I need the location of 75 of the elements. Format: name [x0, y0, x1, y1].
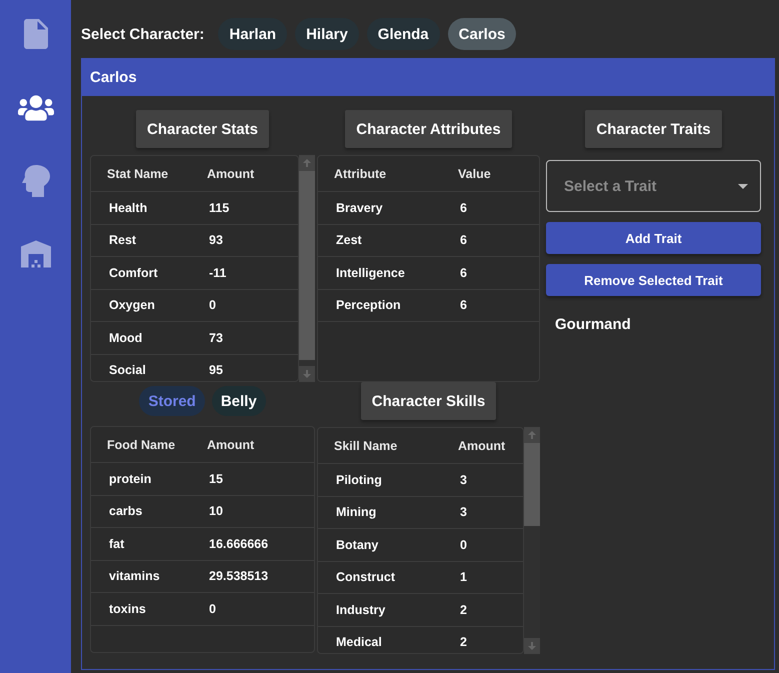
toggle-button[interactable]: Stored: [139, 386, 205, 416]
table-cell-text: 6: [459, 200, 468, 215]
table-cell-text: 93: [208, 233, 224, 248]
table-cell-text: 16.666666: [208, 536, 270, 551]
caret-icon: [738, 184, 748, 188]
section-heading: Character Stats: [136, 110, 269, 148]
panel-title: Carlos: [82, 59, 774, 96]
character-chip[interactable]: Hilary: [295, 18, 359, 50]
arrow-up-icon[interactable]: [299, 155, 315, 171]
table-cell-text: Botany: [335, 538, 380, 552]
arrow-down-icon[interactable]: [299, 366, 315, 382]
table-cell-text: protein: [108, 472, 152, 486]
table-cell-text: 10: [208, 504, 224, 518]
trait-select[interactable]: Select a Trait: [546, 160, 761, 212]
table-cell-text: Rest: [108, 233, 138, 248]
nav-item[interactable]: [20, 164, 50, 198]
scrollbar[interactable]: [524, 427, 540, 654]
character-chip[interactable]: Harlan: [218, 18, 288, 50]
table-cell-text: Perception: [335, 298, 402, 312]
section-heading: Character Traits: [585, 110, 722, 148]
table-cell-text: toxins: [108, 602, 147, 616]
action-button[interactable]: Add Trait: [546, 222, 761, 254]
table-cell-text: vitamins: [108, 569, 161, 584]
section-heading: Character Attributes: [345, 110, 512, 148]
table-cell-text: 3: [459, 505, 468, 520]
trait-item: Gourmand: [554, 315, 632, 335]
table-cell-text: 1: [459, 570, 468, 584]
table-cell-text: 0: [208, 602, 217, 616]
character-chip[interactable]: Glenda: [366, 18, 440, 50]
table-cell-text: Intelligence: [335, 266, 406, 280]
table-cell-text: Zest: [335, 233, 363, 248]
table-cell-text: Industry: [335, 602, 386, 617]
table-cell-text: 2: [459, 602, 468, 617]
head-icon: [20, 164, 50, 198]
scrollbar[interactable]: [299, 155, 315, 382]
picker-label: Select Character:: [81, 26, 204, 42]
arrow-up-icon[interactable]: [524, 427, 540, 443]
table-cell-text: Comfort: [108, 266, 159, 280]
section-heading: Character Skills: [360, 382, 496, 420]
character-chip[interactable]: Carlos: [448, 18, 516, 50]
column-header: Amount: [207, 166, 256, 180]
table-cell-text: 29.538513: [208, 569, 270, 584]
table-cell-text: -11: [208, 266, 228, 280]
table-cell-text: 0: [459, 538, 468, 552]
table-cell-text: Medical: [335, 635, 383, 650]
action-button[interactable]: Remove Selected Trait: [546, 264, 761, 296]
table-cell-text: 95: [208, 363, 224, 378]
table-cell-text: 2: [459, 635, 468, 650]
table-cell-text: fat: [108, 536, 126, 551]
table-cell-text: carbs: [108, 504, 144, 518]
arrow-down-icon[interactable]: [524, 638, 540, 654]
table-cell-text: 0: [208, 298, 217, 312]
table-cell-text: 73: [208, 330, 224, 345]
toggle-button[interactable]: Belly: [212, 386, 266, 416]
table-cell-text: Bravery: [335, 200, 384, 215]
column-header: Stat Name: [107, 166, 170, 180]
column-header: Attribute: [334, 166, 388, 180]
table-cell-text: Health: [108, 200, 148, 215]
table-cell-text: Social: [108, 363, 147, 378]
column-header: Amount: [207, 438, 256, 452]
table-cell-text: 15: [208, 472, 224, 486]
table-cell-text: 3: [459, 472, 468, 487]
table-cell-text: 6: [459, 298, 468, 312]
table-cell-text: 6: [459, 266, 468, 280]
table-cell-text: 6: [459, 233, 468, 248]
table-cell-text: Oxygen: [108, 298, 156, 312]
table-cell-text: Mining: [335, 505, 378, 520]
table-cell-text: 115: [208, 200, 230, 215]
table-cell-text: Piloting: [335, 472, 383, 487]
column-header: Skill Name: [334, 438, 398, 452]
column-header: Value: [458, 166, 492, 180]
table-cell-text: Mood: [108, 330, 144, 345]
column-header: Food Name: [107, 438, 176, 452]
table-cell-text: Construct: [335, 570, 396, 584]
column-header: Amount: [458, 438, 506, 452]
